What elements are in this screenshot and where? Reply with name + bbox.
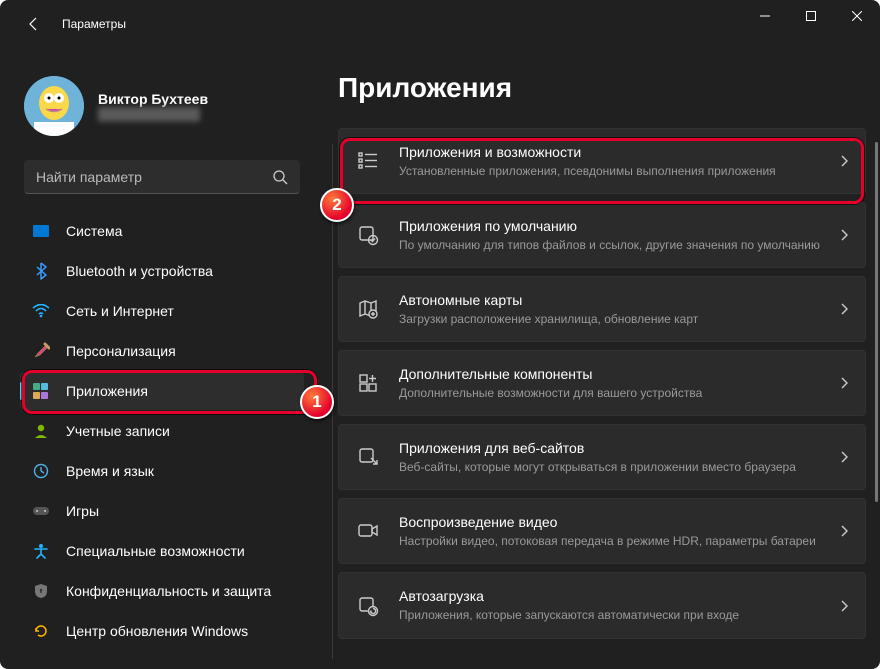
card-title: Дополнительные компоненты <box>399 365 821 384</box>
profile-name: Виктор Бухтеев <box>98 91 208 107</box>
sidebar-item-accessibility[interactable]: Специальные возможности <box>20 532 304 570</box>
chevron-right-icon <box>839 450 849 464</box>
sidebar-item-label: Учетные записи <box>66 423 170 439</box>
sidebar-item-privacy[interactable]: Конфиденциальность и защита <box>20 572 304 610</box>
card-title: Автономные карты <box>399 291 821 310</box>
video-icon <box>355 518 381 544</box>
profile-email: ████████████ <box>98 107 208 121</box>
page-title: Приложения <box>338 72 866 104</box>
sidebar-item-label: Игры <box>66 503 99 519</box>
default-apps-icon <box>355 222 381 248</box>
arrow-left-icon <box>26 16 42 32</box>
callout-2: 2 <box>320 188 354 222</box>
maximize-icon <box>806 11 816 21</box>
window-controls <box>742 0 880 32</box>
sidebar-item-system[interactable]: Система <box>20 212 304 250</box>
chevron-right-icon <box>839 154 849 168</box>
nav-list: Система Bluetooth и устройства Сеть и Ин… <box>20 212 304 650</box>
profile-block[interactable]: Виктор Бухтеев ████████████ <box>24 76 304 136</box>
sidebar-item-label: Сеть и Интернет <box>66 303 174 319</box>
card-subtitle: По умолчанию для типов файлов и ссылок, … <box>399 237 821 253</box>
sidebar-item-time[interactable]: Время и язык <box>20 452 304 490</box>
chevron-right-icon <box>839 524 849 538</box>
wifi-icon <box>32 302 50 320</box>
sidebar-item-gaming[interactable]: Игры <box>20 492 304 530</box>
grid-plus-icon <box>355 370 381 396</box>
sidebar-item-label: Центр обновления Windows <box>66 623 248 639</box>
shield-icon <box>32 582 50 600</box>
card-offline-maps[interactable]: Автономные карты Загрузки расположение х… <box>338 276 866 342</box>
card-subtitle: Загрузки расположение хранилища, обновле… <box>399 311 821 327</box>
card-apps-features[interactable]: Приложения и возможности Установленные п… <box>338 128 866 194</box>
system-icon <box>32 222 50 240</box>
card-subtitle: Установленные приложения, псевдонимы вып… <box>399 163 821 179</box>
maximize-button[interactable] <box>788 0 834 32</box>
card-title: Автозагрузка <box>399 587 821 606</box>
startup-icon <box>355 593 381 619</box>
sidebar-item-label: Bluetooth и устройства <box>66 263 213 279</box>
globe-clock-icon <box>32 462 50 480</box>
back-button[interactable] <box>16 6 52 42</box>
card-apps-for-websites[interactable]: Приложения для веб-сайтов Веб-сайты, кот… <box>338 424 866 490</box>
card-title: Приложения для веб-сайтов <box>399 439 821 458</box>
card-startup[interactable]: Автозагрузка Приложения, которые запуска… <box>338 572 866 638</box>
titlebar: Параметры <box>0 0 880 48</box>
card-optional-features[interactable]: Дополнительные компоненты Дополнительные… <box>338 350 866 416</box>
avatar <box>24 76 84 136</box>
minimize-icon <box>760 11 770 21</box>
card-title: Приложения и возможности <box>399 143 821 162</box>
callout-1: 1 <box>300 385 334 419</box>
list-icon <box>355 148 381 174</box>
card-subtitle: Приложения, которые запускаются автомати… <box>399 607 821 623</box>
card-video-playback[interactable]: Воспроизведение видео Настройки видео, п… <box>338 498 866 564</box>
card-default-apps[interactable]: Приложения по умолчанию По умолчанию для… <box>338 202 866 268</box>
sidebar-item-personalization[interactable]: Персонализация <box>20 332 304 370</box>
sidebar-item-label: Конфиденциальность и защита <box>66 583 271 599</box>
bluetooth-icon <box>32 262 50 280</box>
close-icon <box>852 11 862 21</box>
sidebar-item-label: Специальные возможности <box>66 543 245 559</box>
card-title: Воспроизведение видео <box>399 513 821 532</box>
search-icon <box>272 169 288 185</box>
apps-icon <box>32 382 50 400</box>
scrollbar[interactable] <box>875 142 878 502</box>
gamepad-icon <box>32 502 50 520</box>
sidebar-item-label: Система <box>66 223 122 239</box>
card-subtitle: Веб-сайты, которые могут открываться в п… <box>399 459 821 475</box>
main-content: Приложения Приложения и возможности Уста… <box>316 48 880 669</box>
website-app-icon <box>355 444 381 470</box>
search-box[interactable] <box>24 160 300 194</box>
card-subtitle: Настройки видео, потоковая передача в ре… <box>399 533 821 549</box>
sidebar: Виктор Бухтеев ████████████ Система Blue… <box>0 48 316 669</box>
sidebar-item-update[interactable]: Центр обновления Windows <box>20 612 304 650</box>
sidebar-item-network[interactable]: Сеть и Интернет <box>20 292 304 330</box>
chevron-right-icon <box>839 599 849 613</box>
settings-window: Параметры <box>0 0 880 669</box>
person-icon <box>32 422 50 440</box>
chevron-right-icon <box>839 228 849 242</box>
chevron-right-icon <box>839 376 849 390</box>
sidebar-item-label: Персонализация <box>66 343 176 359</box>
window-title: Параметры <box>62 17 126 31</box>
search-input[interactable] <box>36 169 272 185</box>
map-icon <box>355 296 381 322</box>
sidebar-item-label: Время и язык <box>66 463 154 479</box>
avatar-icon <box>24 76 84 136</box>
chevron-right-icon <box>839 302 849 316</box>
brush-icon <box>32 342 50 360</box>
sidebar-item-bluetooth[interactable]: Bluetooth и устройства <box>20 252 304 290</box>
card-title: Приложения по умолчанию <box>399 217 821 236</box>
accessibility-icon <box>32 542 50 560</box>
minimize-button[interactable] <box>742 0 788 32</box>
sidebar-item-accounts[interactable]: Учетные записи <box>20 412 304 450</box>
card-subtitle: Дополнительные возможности для вашего ус… <box>399 385 821 401</box>
close-button[interactable] <box>834 0 880 32</box>
sidebar-item-label: Приложения <box>66 383 148 399</box>
sidebar-item-apps[interactable]: Приложения <box>20 372 304 410</box>
update-icon <box>32 622 50 640</box>
